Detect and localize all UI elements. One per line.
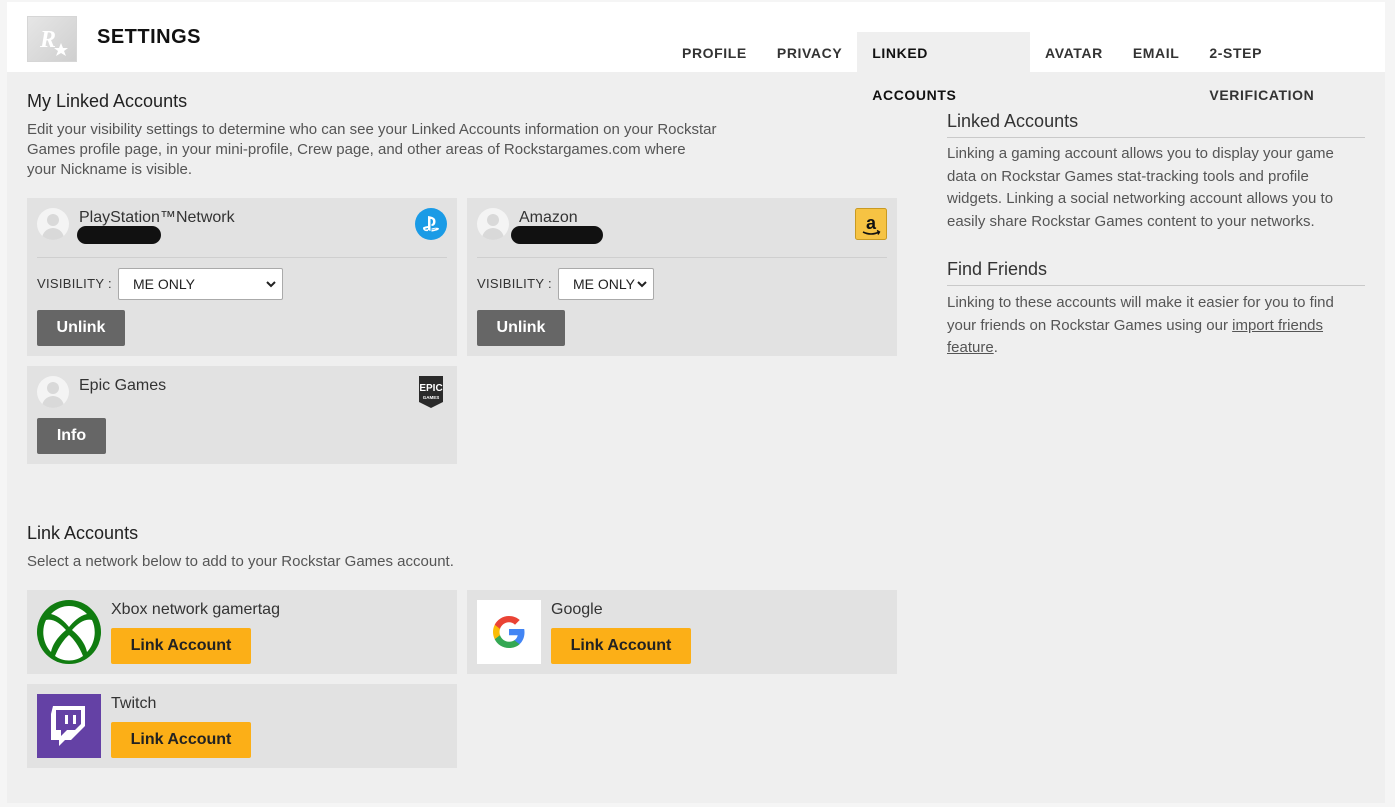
divider	[947, 285, 1365, 286]
avatar	[477, 208, 509, 240]
visibility-value: ME ONLY	[133, 276, 195, 292]
svg-text:GAMES: GAMES	[423, 395, 440, 400]
redacted-nickname	[77, 226, 161, 244]
svg-text:a: a	[866, 213, 877, 233]
sidebar-linked-accounts-text: Linking a gaming account allows you to d…	[947, 145, 1334, 230]
avatar	[37, 376, 69, 408]
xbox-icon	[37, 600, 101, 669]
linked-account-card-playstation: PlayStation™Network VISIBILITY : ME ONLY…	[27, 198, 457, 356]
header: R SETTINGS PROFILE PRIVACY LINKED ACCOUN…	[7, 2, 1385, 103]
amazon-icon: a	[855, 208, 887, 245]
link-account-button[interactable]: Link Account	[551, 628, 691, 664]
epic-games-icon: EPIC GAMES	[417, 376, 445, 413]
network-name: Google	[551, 601, 603, 618]
link-network-card-twitch: Twitch Link Account	[27, 684, 457, 768]
tab-email[interactable]: EMAIL	[1118, 32, 1195, 72]
find-friends-period: .	[993, 339, 998, 356]
network-name: Epic Games	[79, 377, 167, 394]
link-network-card-google: Google Link Account	[467, 590, 897, 674]
tab-bar: PROFILE PRIVACY LINKED ACCOUNTS AVATAR E…	[667, 32, 1385, 103]
tab-avatar[interactable]: AVATAR	[1030, 32, 1118, 72]
link-network-card-xbox: Xbox network gamertag Link Account	[27, 590, 457, 674]
tab-linked-accounts[interactable]: LINKED ACCOUNTS	[857, 32, 1031, 103]
tab-privacy[interactable]: PRIVACY	[762, 32, 857, 72]
page-title: SETTINGS	[97, 26, 202, 48]
network-name: Amazon	[519, 209, 578, 226]
network-name: Twitch	[111, 695, 157, 712]
link-accounts-title: Link Accounts	[27, 523, 139, 543]
playstation-icon	[415, 208, 447, 245]
sidebar-linked-accounts-title: Linked Accounts	[947, 111, 1079, 131]
my-linked-accounts-title: My Linked Accounts	[27, 91, 188, 111]
unlink-button[interactable]: Unlink	[37, 310, 125, 346]
sidebar-find-friends-title: Find Friends	[947, 259, 1048, 279]
visibility-value: ME ONLY	[573, 276, 635, 292]
sidebar-find-friends-text: Linking to these accounts will make it e…	[947, 292, 1367, 360]
link-account-button[interactable]: Link Account	[111, 722, 251, 758]
visibility-select[interactable]: ME ONLY	[118, 268, 283, 300]
link-account-button[interactable]: Link Account	[111, 628, 251, 664]
tab-2-step-verification[interactable]: 2-STEP VERIFICATION	[1194, 32, 1385, 103]
avatar	[37, 208, 69, 240]
visibility-select[interactable]: ME ONLY	[558, 268, 654, 300]
redacted-nickname	[511, 226, 603, 244]
chevron-down-icon	[637, 281, 647, 288]
my-linked-accounts-description: Edit your visibility settings to determi…	[27, 121, 717, 178]
network-name: PlayStation™Network	[79, 209, 235, 226]
divider	[947, 137, 1365, 138]
chevron-down-icon	[266, 281, 276, 288]
settings-page: R SETTINGS PROFILE PRIVACY LINKED ACCOUN…	[7, 2, 1385, 803]
tab-profile[interactable]: PROFILE	[667, 32, 762, 72]
visibility-label: VISIBILITY :	[37, 276, 112, 291]
divider	[477, 257, 887, 258]
unlink-button[interactable]: Unlink	[477, 310, 565, 346]
linked-account-card-epic-games: Epic Games EPIC GAMES Info	[27, 366, 457, 464]
network-name: Xbox network gamertag	[111, 601, 280, 618]
google-icon	[477, 600, 541, 664]
link-accounts-description: Select a network below to add to your Ro…	[27, 553, 454, 570]
twitch-icon	[37, 694, 101, 763]
visibility-label: VISIBILITY :	[477, 276, 552, 291]
info-button[interactable]: Info	[37, 418, 106, 454]
rockstar-logo-icon: R	[39, 27, 68, 56]
svg-text:EPIC: EPIC	[419, 383, 442, 394]
linked-account-card-amazon: Amazon a VISIBILITY : ME ONLY Unlink	[467, 198, 897, 356]
svg-text:R: R	[39, 27, 56, 53]
rockstar-logo[interactable]: R	[27, 16, 77, 62]
divider	[37, 257, 447, 258]
